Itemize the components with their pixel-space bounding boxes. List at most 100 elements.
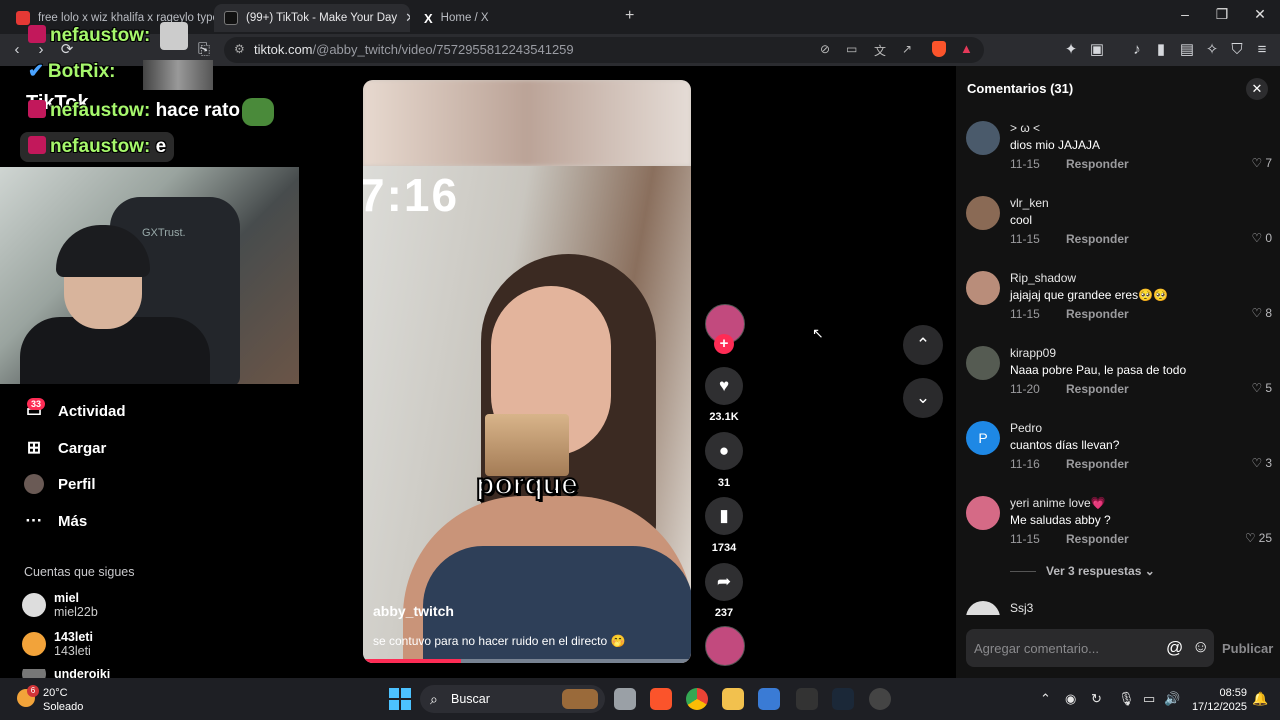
reply-button[interactable]: Responder — [1066, 232, 1129, 246]
comment-username[interactable]: vlr_ken — [1010, 196, 1049, 210]
follow-plus-icon[interactable]: + — [714, 334, 734, 354]
publish-button[interactable]: Publicar — [1222, 641, 1273, 656]
following-account[interactable]: underoiki — [22, 669, 110, 678]
reply-button[interactable]: Responder — [1066, 532, 1129, 546]
comment-avatar[interactable] — [966, 271, 1000, 305]
sidebar-item-more[interactable]: ··· Más — [24, 511, 88, 531]
video-caption-overlay: porque — [475, 467, 579, 502]
comment-like-button[interactable]: ♡ 25 — [1245, 531, 1272, 545]
menu-icon[interactable]: ≡ — [1253, 41, 1271, 59]
comment-username[interactable]: Ssj3 — [1010, 601, 1033, 615]
mention-icon[interactable]: @ — [1166, 638, 1183, 658]
reply-button[interactable]: Responder — [1066, 457, 1129, 471]
sync-icon[interactable]: ↻ — [1091, 691, 1102, 707]
close-comments-button[interactable]: ✕ — [1246, 78, 1268, 100]
vpn-icon[interactable]: ⛉ — [1228, 41, 1246, 59]
next-video-button[interactable]: ⌄ — [903, 378, 943, 418]
notifications-icon[interactable]: 🔔 — [1252, 691, 1268, 707]
comment-username[interactable]: kirapp09 — [1010, 346, 1056, 360]
task-view-icon[interactable] — [614, 688, 636, 710]
reply-button[interactable]: Responder — [1066, 157, 1129, 171]
taskbar-search[interactable]: ⌕ Buscar — [420, 685, 605, 713]
comment-avatar[interactable]: P — [966, 421, 1000, 455]
windows-start-icon[interactable] — [389, 688, 411, 710]
chrome-icon[interactable] — [686, 688, 708, 710]
like-button[interactable]: ♥ — [705, 367, 743, 405]
comment-like-button[interactable]: ♡ 8 — [1252, 306, 1272, 320]
obs-icon[interactable] — [869, 688, 891, 710]
comment-avatar[interactable] — [966, 601, 1000, 615]
comment-username[interactable]: Rip_shadow — [1010, 271, 1076, 285]
network-icon[interactable]: ▭ — [1143, 691, 1155, 707]
brave-browser-icon[interactable] — [650, 688, 672, 710]
comment-username[interactable]: > ω < — [1010, 121, 1040, 135]
reply-button[interactable]: Responder — [1066, 307, 1129, 321]
comment-input[interactable] — [974, 629, 1154, 667]
following-account[interactable]: 143leti 143leti — [22, 630, 93, 658]
video-progress-bar[interactable] — [363, 659, 691, 663]
comment-avatar[interactable] — [966, 196, 1000, 230]
view-replies-button[interactable]: Ver 3 respuestas ⌄ — [1046, 564, 1155, 578]
comment-avatar[interactable] — [966, 346, 1000, 380]
sidebar-item-profile[interactable]: Perfil — [24, 474, 96, 494]
chevron-up-icon: ⌃ — [915, 335, 931, 354]
show-hidden-icons-icon[interactable]: ⌃ — [1040, 691, 1051, 707]
comment-button[interactable]: ● — [705, 432, 743, 470]
no-camera-icon[interactable]: ⊘ — [820, 42, 830, 56]
discord-icon[interactable]: ◉ — [1065, 691, 1076, 707]
youtube-icon — [16, 11, 30, 25]
leo-ai-icon[interactable]: ✧ — [1203, 41, 1221, 59]
reply-button[interactable]: Responder — [1066, 382, 1129, 396]
clock-date[interactable]: 17/12/2025 — [1186, 701, 1247, 713]
following-account[interactable]: miel miel22b — [22, 591, 98, 619]
comment-avatar[interactable] — [966, 121, 1000, 155]
comment-item: vlr_ken cool 11-15 Responder ♡ 0 — [966, 196, 1272, 266]
translate-icon[interactable]: 文 — [874, 42, 886, 59]
following-title: Cuentas que sigues — [24, 565, 135, 579]
heart-outline-icon: ♡ — [1244, 531, 1256, 545]
clock-time[interactable]: 08:59 — [1217, 687, 1247, 699]
address-bar[interactable]: ⚙ tiktok.com/@abby_twitch/video/75729558… — [224, 37, 984, 63]
comment-like-button[interactable]: ♡ 5 — [1252, 381, 1272, 395]
extensions-icon[interactable]: ✦ — [1062, 41, 1080, 59]
new-tab-button[interactable]: + — [625, 7, 634, 25]
site-info-icon[interactable]: ⚙ — [234, 42, 245, 56]
sidebar-toggle-icon[interactable]: ▮ — [1152, 41, 1170, 59]
volume-icon[interactable]: 🔊 — [1164, 691, 1180, 707]
bookmark-icon[interactable]: ⎘ — [195, 41, 213, 59]
microphone-icon[interactable]: 🎙 — [1118, 691, 1135, 707]
back-icon[interactable]: ‹ — [8, 41, 26, 59]
tab-x[interactable]: X Home / X — [414, 4, 614, 32]
comment-username[interactable]: Pedro — [1010, 421, 1042, 435]
media-icon[interactable]: ♪ — [1128, 41, 1146, 59]
emoji-icon[interactable]: ☺ — [1192, 637, 1209, 657]
tab-tiktok[interactable]: (99+) TikTok - Make Your Day ✕ — [214, 4, 410, 32]
wallet-icon[interactable]: ▤ — [1178, 41, 1196, 59]
cast-icon[interactable]: ▭ — [846, 42, 857, 56]
comment-like-button[interactable]: ♡ 7 — [1252, 156, 1272, 170]
sound-avatar[interactable] — [705, 626, 745, 666]
close-window-button[interactable]: ✕ — [1250, 6, 1270, 23]
comment-username[interactable]: yeri anime love💗 — [1010, 496, 1106, 510]
comment-like-button[interactable]: ♡ 0 — [1252, 231, 1272, 245]
notification-badge: 33 — [27, 398, 46, 410]
minimize-button[interactable]: – — [1175, 6, 1195, 22]
file-explorer-icon[interactable] — [722, 688, 744, 710]
brave-shield-icon[interactable] — [932, 41, 946, 57]
steam-icon[interactable] — [832, 688, 854, 710]
share-button[interactable]: ➦ — [705, 563, 743, 601]
epic-games-icon[interactable] — [796, 688, 818, 710]
video-player[interactable]: 7:16 porque abby_twitch se contuvo para … — [363, 80, 691, 663]
close-tab-icon[interactable]: ✕ — [405, 10, 410, 26]
brave-rewards-icon[interactable]: ▲ — [960, 41, 973, 56]
comment-like-button[interactable]: ♡ 3 — [1252, 456, 1272, 470]
share-icon[interactable]: ↗ — [902, 42, 912, 56]
maximize-button[interactable]: ❐ — [1212, 6, 1232, 23]
comment-avatar[interactable] — [966, 496, 1000, 530]
save-button[interactable]: ▮ — [705, 497, 743, 535]
screenshot-icon[interactable]: ▣ — [1088, 41, 1106, 59]
previous-video-button[interactable]: ⌃ — [903, 325, 943, 365]
store-icon[interactable] — [758, 688, 780, 710]
sidebar-item-upload[interactable]: ⊞ Cargar — [24, 438, 106, 458]
video-author[interactable]: abby_twitch — [373, 603, 454, 619]
